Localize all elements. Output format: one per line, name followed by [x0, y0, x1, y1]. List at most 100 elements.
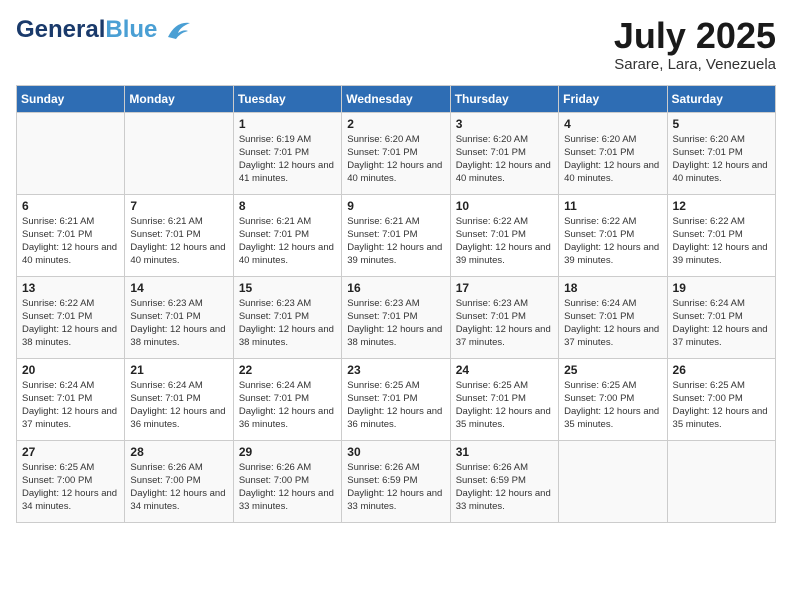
day-info: Sunrise: 6:21 AM Sunset: 7:01 PM Dayligh… — [130, 215, 227, 268]
day-info: Sunrise: 6:21 AM Sunset: 7:01 PM Dayligh… — [22, 215, 119, 268]
day-number: 16 — [347, 281, 444, 295]
calendar-cell — [667, 440, 775, 522]
day-info: Sunrise: 6:24 AM Sunset: 7:01 PM Dayligh… — [130, 379, 227, 432]
day-number: 25 — [564, 363, 661, 377]
day-header-monday: Monday — [125, 85, 233, 112]
calendar-cell: 10 Sunrise: 6:22 AM Sunset: 7:01 PM Dayli… — [450, 194, 558, 276]
day-info: Sunrise: 6:26 AM Sunset: 6:59 PM Dayligh… — [456, 461, 553, 514]
day-number: 28 — [130, 445, 227, 459]
calendar-cell: 18 Sunrise: 6:24 AM Sunset: 7:01 PM Dayli… — [559, 276, 667, 358]
day-number: 2 — [347, 117, 444, 131]
day-number: 22 — [239, 363, 336, 377]
day-info: Sunrise: 6:24 AM Sunset: 7:01 PM Dayligh… — [564, 297, 661, 350]
calendar-table: SundayMondayTuesdayWednesdayThursdayFrid… — [16, 85, 776, 523]
day-number: 3 — [456, 117, 553, 131]
day-number: 29 — [239, 445, 336, 459]
day-number: 30 — [347, 445, 444, 459]
calendar-cell: 12Sunrise: 6:22 AM Sunset: 7:01 PM Dayli… — [667, 194, 775, 276]
title-block: July 2025 Sarare, Lara, Venezuela — [614, 16, 776, 73]
calendar-cell — [559, 440, 667, 522]
calendar-cell: 22 Sunrise: 6:24 AM Sunset: 7:01 PM Dayli… — [233, 358, 341, 440]
day-header-saturday: Saturday — [667, 85, 775, 112]
day-info: Sunrise: 6:25 AM Sunset: 7:01 PM Dayligh… — [456, 379, 553, 432]
day-number: 26 — [673, 363, 770, 377]
day-number: 23 — [347, 363, 444, 377]
calendar-week-row: 1Sunrise: 6:19 AM Sunset: 7:01 PM Daylig… — [17, 112, 776, 194]
day-info: Sunrise: 6:25 AM Sunset: 7:00 PM Dayligh… — [564, 379, 661, 432]
day-number: 18 — [564, 281, 661, 295]
day-info: Sunrise: 6:21 AM Sunset: 7:01 PM Dayligh… — [347, 215, 444, 268]
location-subtitle: Sarare, Lara, Venezuela — [614, 56, 776, 73]
logo: GeneralBlue — [16, 16, 192, 44]
day-number: 21 — [130, 363, 227, 377]
calendar-cell: 25 Sunrise: 6:25 AM Sunset: 7:00 PM Dayli… — [559, 358, 667, 440]
calendar-week-row: 27 Sunrise: 6:25 AM Sunset: 7:00 PM Dayli… — [17, 440, 776, 522]
calendar-cell: 27 Sunrise: 6:25 AM Sunset: 7:00 PM Dayli… — [17, 440, 125, 522]
calendar-cell — [125, 112, 233, 194]
calendar-cell: 30Sunrise: 6:26 AM Sunset: 6:59 PM Dayli… — [342, 440, 450, 522]
day-number: 9 — [347, 199, 444, 213]
day-info: Sunrise: 6:20 AM Sunset: 7:01 PM Dayligh… — [673, 133, 770, 186]
day-number: 13 — [22, 281, 119, 295]
page-header: GeneralBlue July 2025 Sarare, Lara, Vene… — [16, 16, 776, 73]
calendar-cell: 8Sunrise: 6:21 AM Sunset: 7:01 PM Daylig… — [233, 194, 341, 276]
calendar-cell: 20 Sunrise: 6:24 AM Sunset: 7:01 PM Dayli… — [17, 358, 125, 440]
calendar-cell: 11Sunrise: 6:22 AM Sunset: 7:01 PM Dayli… — [559, 194, 667, 276]
calendar-cell: 2 Sunrise: 6:20 AM Sunset: 7:01 PM Daylig… — [342, 112, 450, 194]
calendar-cell: 23 Sunrise: 6:25 AM Sunset: 7:01 PM Dayli… — [342, 358, 450, 440]
calendar-cell: 21 Sunrise: 6:24 AM Sunset: 7:01 PM Dayli… — [125, 358, 233, 440]
day-number: 5 — [673, 117, 770, 131]
calendar-cell: 24 Sunrise: 6:25 AM Sunset: 7:01 PM Dayli… — [450, 358, 558, 440]
calendar-cell: 5 Sunrise: 6:20 AM Sunset: 7:01 PM Daylig… — [667, 112, 775, 194]
logo-bird-icon — [160, 19, 192, 41]
day-number: 27 — [22, 445, 119, 459]
day-info: Sunrise: 6:20 AM Sunset: 7:01 PM Dayligh… — [564, 133, 661, 186]
day-info: Sunrise: 6:20 AM Sunset: 7:01 PM Dayligh… — [347, 133, 444, 186]
calendar-cell: 1Sunrise: 6:19 AM Sunset: 7:01 PM Daylig… — [233, 112, 341, 194]
day-number: 6 — [22, 199, 119, 213]
calendar-cell: 3 Sunrise: 6:20 AM Sunset: 7:01 PM Daylig… — [450, 112, 558, 194]
day-number: 17 — [456, 281, 553, 295]
day-info: Sunrise: 6:23 AM Sunset: 7:01 PM Dayligh… — [347, 297, 444, 350]
day-info: Sunrise: 6:24 AM Sunset: 7:01 PM Dayligh… — [22, 379, 119, 432]
calendar-week-row: 13 Sunrise: 6:22 AM Sunset: 7:01 PM Dayli… — [17, 276, 776, 358]
day-header-wednesday: Wednesday — [342, 85, 450, 112]
day-info: Sunrise: 6:25 AM Sunset: 7:00 PM Dayligh… — [673, 379, 770, 432]
day-info: Sunrise: 6:20 AM Sunset: 7:01 PM Dayligh… — [456, 133, 553, 186]
day-info: Sunrise: 6:23 AM Sunset: 7:01 PM Dayligh… — [239, 297, 336, 350]
day-info: Sunrise: 6:24 AM Sunset: 7:01 PM Dayligh… — [239, 379, 336, 432]
day-number: 11 — [564, 199, 661, 213]
calendar-cell: 31 Sunrise: 6:26 AM Sunset: 6:59 PM Dayli… — [450, 440, 558, 522]
calendar-cell: 9 Sunrise: 6:21 AM Sunset: 7:01 PM Daylig… — [342, 194, 450, 276]
logo-general: General — [16, 16, 105, 43]
day-info: Sunrise: 6:22 AM Sunset: 7:01 PM Dayligh… — [456, 215, 553, 268]
day-number: 24 — [456, 363, 553, 377]
logo-text: GeneralBlue — [16, 16, 157, 44]
day-info: Sunrise: 6:22 AM Sunset: 7:01 PM Dayligh… — [22, 297, 119, 350]
calendar-cell — [17, 112, 125, 194]
calendar-cell: 6 Sunrise: 6:21 AM Sunset: 7:01 PM Daylig… — [17, 194, 125, 276]
day-number: 8 — [239, 199, 336, 213]
calendar-cell: 26 Sunrise: 6:25 AM Sunset: 7:00 PM Dayli… — [667, 358, 775, 440]
calendar-cell: 13 Sunrise: 6:22 AM Sunset: 7:01 PM Dayli… — [17, 276, 125, 358]
day-number: 15 — [239, 281, 336, 295]
day-number: 31 — [456, 445, 553, 459]
calendar-week-row: 20 Sunrise: 6:24 AM Sunset: 7:01 PM Dayli… — [17, 358, 776, 440]
calendar-cell: 15 Sunrise: 6:23 AM Sunset: 7:01 PM Dayli… — [233, 276, 341, 358]
day-info: Sunrise: 6:26 AM Sunset: 7:00 PM Dayligh… — [239, 461, 336, 514]
calendar-cell: 29 Sunrise: 6:26 AM Sunset: 7:00 PM Dayli… — [233, 440, 341, 522]
logo-blue: Blue — [105, 16, 157, 43]
day-info: Sunrise: 6:22 AM Sunset: 7:01 PM Dayligh… — [673, 215, 770, 268]
day-info: Sunrise: 6:25 AM Sunset: 7:00 PM Dayligh… — [22, 461, 119, 514]
calendar-week-row: 6 Sunrise: 6:21 AM Sunset: 7:01 PM Daylig… — [17, 194, 776, 276]
day-number: 10 — [456, 199, 553, 213]
day-number: 20 — [22, 363, 119, 377]
calendar-cell: 17Sunrise: 6:23 AM Sunset: 7:01 PM Dayli… — [450, 276, 558, 358]
day-header-tuesday: Tuesday — [233, 85, 341, 112]
day-info: Sunrise: 6:25 AM Sunset: 7:01 PM Dayligh… — [347, 379, 444, 432]
day-number: 7 — [130, 199, 227, 213]
calendar-header-row: SundayMondayTuesdayWednesdayThursdayFrid… — [17, 85, 776, 112]
day-number: 19 — [673, 281, 770, 295]
day-number: 4 — [564, 117, 661, 131]
day-number: 14 — [130, 281, 227, 295]
